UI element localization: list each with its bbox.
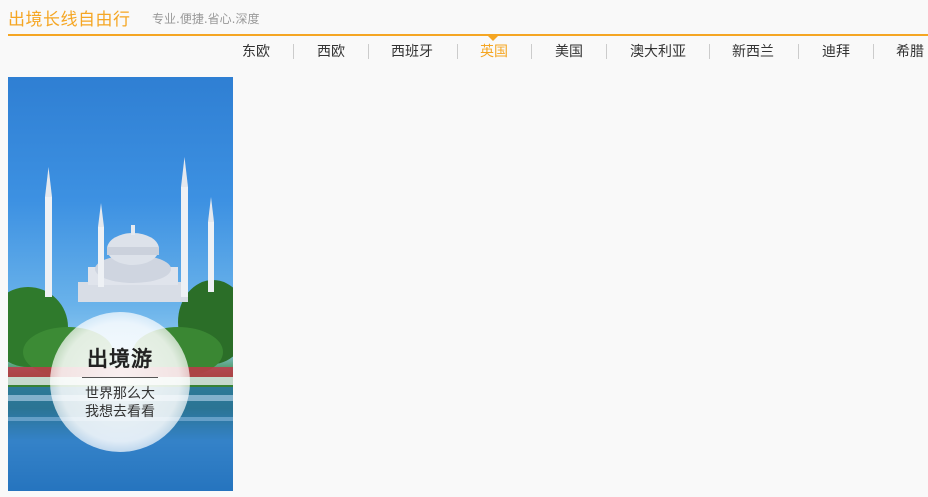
badge-line-1: 世界那么大 [85,386,155,402]
badge-title: 出境游 [87,347,153,371]
nav-separator [531,44,532,59]
page-subtitle: 专业.便捷.省心.深度 [152,12,260,26]
destination-nav: 东欧 西欧 西班牙 英国 美国 澳大利亚 新西兰 迪拜 希腊 [0,36,928,68]
nav-separator [368,44,369,59]
nav-item-australia[interactable]: 澳大利亚 [626,36,690,68]
nav-item-west-europe[interactable]: 西欧 [313,36,349,68]
nav-separator [606,44,607,59]
nav-item-east-europe[interactable]: 东欧 [238,36,274,68]
nav-separator [873,44,874,59]
badge-line-2: 我想去看看 [85,404,155,420]
nav-separator [457,44,458,59]
page-title: 出境长线自由行 [8,10,131,30]
nav-item-usa[interactable]: 美国 [551,36,587,68]
badge-divider [82,377,158,378]
nav-separator [293,44,294,59]
nav-separator [798,44,799,59]
nav-item-new-zealand[interactable]: 新西兰 [728,36,778,68]
nav-item-uk[interactable]: 英国 [476,36,512,68]
header: 出境长线自由行 专业.便捷.省心.深度 [8,0,928,36]
nav-item-dubai[interactable]: 迪拜 [818,36,854,68]
nav-item-spain[interactable]: 西班牙 [387,36,437,68]
nav-separator [709,44,710,59]
promo-banner[interactable]: 出境游 世界那么大 我想去看看 [8,77,233,491]
nav-item-greece[interactable]: 希腊 [893,36,927,68]
promo-badge: 出境游 世界那么大 我想去看看 [50,312,190,452]
